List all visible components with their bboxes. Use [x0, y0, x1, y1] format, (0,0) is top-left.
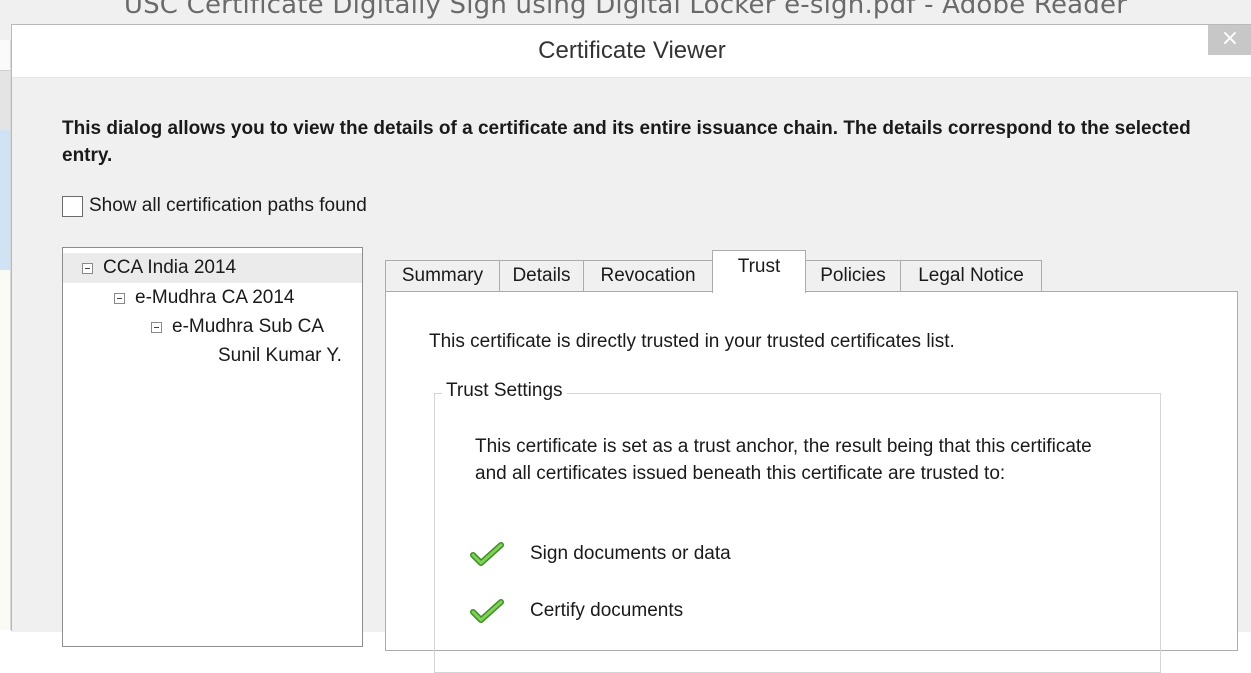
collapse-icon[interactable]	[114, 292, 125, 304]
show-paths-checkbox[interactable]	[62, 195, 83, 217]
trust-item-label: Sign documents or data	[530, 543, 731, 564]
dialog-titlebar[interactable]: Certificate Viewer ×	[12, 25, 1251, 77]
tree-item-e-mudhra-sub-ca[interactable]: e-Mudhra Sub CA	[151, 312, 324, 342]
trust-item-certify: Certify documents	[470, 596, 683, 626]
toolbar-edge	[0, 70, 10, 132]
close-button[interactable]: ×	[1208, 25, 1251, 55]
trust-item-label: Certify documents	[530, 600, 684, 621]
tree-item-label[interactable]: e-Mudhra Sub CA	[172, 316, 324, 338]
tab-policies[interactable]: Policies	[805, 260, 901, 292]
tab-details[interactable]: Details	[499, 260, 584, 292]
tree-item-sunil-kumar[interactable]: Sunil Kumar Y.	[218, 341, 342, 371]
green-checkmark-icon	[470, 542, 504, 566]
adobe-reader-title: USC Certificate Digitally Sign using Dig…	[123, 0, 1128, 20]
trust-direct-text: This certificate is directly trusted in …	[429, 331, 955, 352]
show-paths-option[interactable]: Show all certification paths found	[62, 194, 367, 218]
document-edge	[0, 270, 10, 630]
dialog-title: Certificate Viewer	[538, 37, 726, 64]
tab-revocation[interactable]: Revocation	[583, 260, 713, 292]
trust-settings-group: Trust Settings This certificate is set a…	[434, 380, 1161, 673]
certificate-chain-tree[interactable]: CCA India 2014 e-Mudhra CA 2014 e-Mudhra…	[62, 247, 363, 647]
tree-item-label[interactable]: CCA India 2014	[103, 257, 236, 279]
dialog-intro-text: This dialog allows you to view the detai…	[62, 118, 1191, 166]
adobe-reader-sidebar-strip	[0, 40, 11, 630]
tab-legal-notice[interactable]: Legal Notice	[900, 260, 1042, 292]
tree-item-label[interactable]: e-Mudhra CA 2014	[135, 287, 295, 309]
tab-summary[interactable]: Summary	[385, 260, 500, 292]
collapse-icon[interactable]	[151, 321, 162, 333]
tab-trust[interactable]: Trust	[712, 250, 806, 293]
trust-settings-description: This certificate is set as a trust ancho…	[475, 436, 1092, 484]
certificate-viewer-dialog: Certificate Viewer × This dialog allows …	[11, 24, 1251, 673]
green-checkmark-icon	[470, 599, 504, 623]
dialog-body: This dialog allows you to view the detai…	[12, 77, 1251, 673]
tree-item-e-mudhra-ca-2014[interactable]: e-Mudhra CA 2014	[114, 283, 295, 313]
collapse-icon[interactable]	[82, 262, 93, 274]
show-paths-label[interactable]: Show all certification paths found	[89, 195, 367, 217]
trust-item-sign: Sign documents or data	[470, 539, 731, 569]
navigation-pane-edge	[0, 130, 10, 270]
trust-settings-legend: Trust Settings	[442, 380, 567, 402]
trust-tab-panel: This certificate is directly trusted in …	[385, 291, 1238, 673]
tree-item-label[interactable]: Sunil Kumar Y.	[218, 345, 342, 367]
tree-item-cca-india-2014[interactable]: CCA India 2014	[63, 253, 362, 283]
